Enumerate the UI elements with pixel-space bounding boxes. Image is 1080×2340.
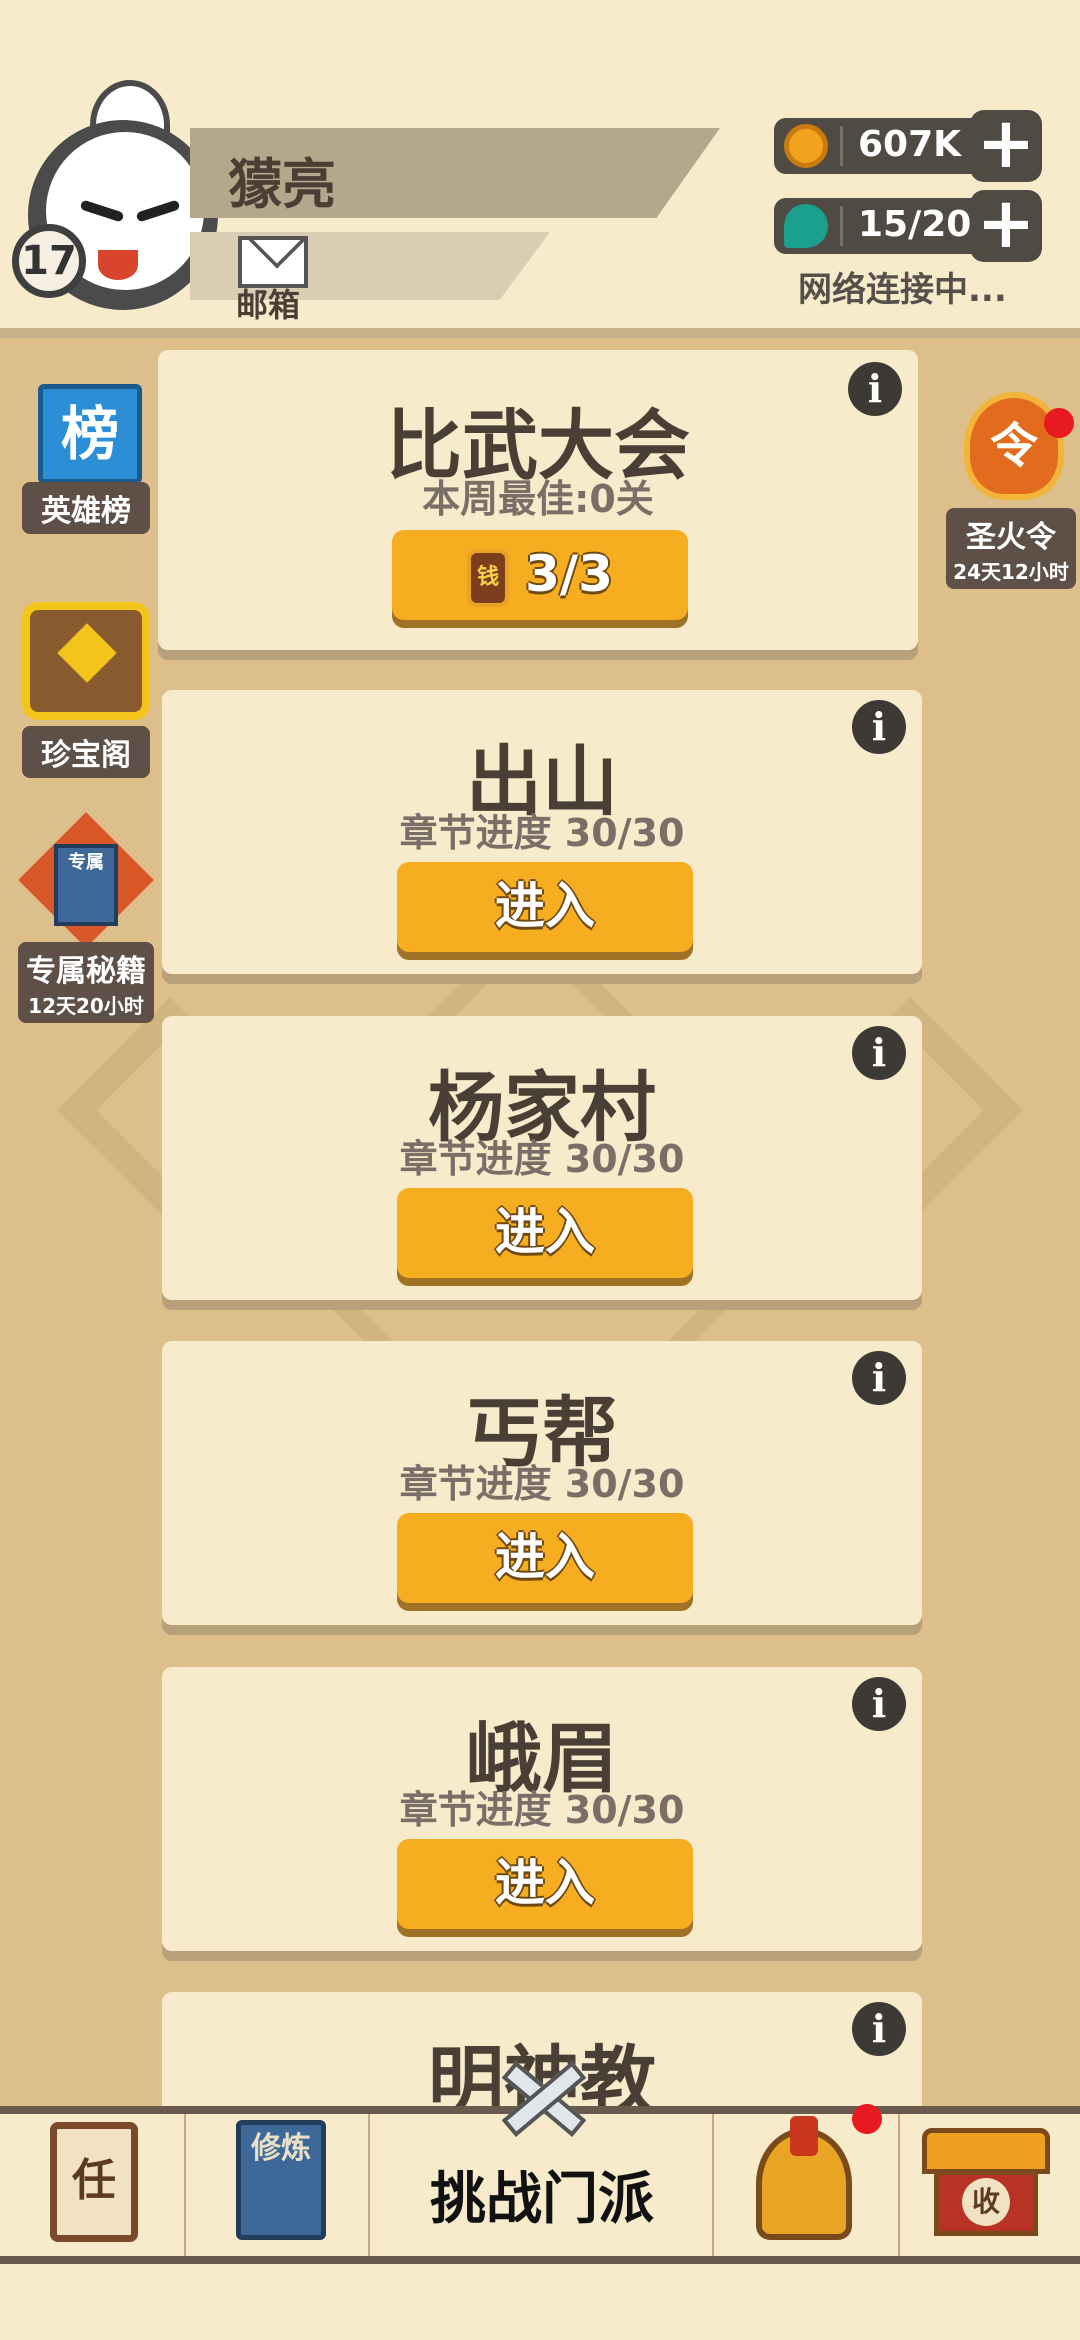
top-header: 17 獴亮 邮箱 607K + 15/20 + 网络连接中... xyxy=(0,0,1080,338)
stage-info-icon[interactable]: i xyxy=(852,1351,906,1405)
stage-progress: 章节进度 30/30 xyxy=(399,1462,685,1506)
cultivation-book-icon: 修炼 xyxy=(236,2120,326,2240)
exclusive-manual-label: 专属秘籍 12天20小时 xyxy=(18,942,154,1023)
nav-tasks[interactable]: 任 xyxy=(0,2114,186,2256)
hero-ranking-button[interactable]: 榜 英雄榜 xyxy=(22,384,152,534)
stage-card: 杨家村 章节进度 30/30 i 进入 xyxy=(162,1016,922,1300)
nav-challenge-sect[interactable]: 挑战门派 xyxy=(370,2061,714,2256)
ticket-icon: 钱 xyxy=(467,548,510,607)
stage-enter-button[interactable]: 进入 xyxy=(397,1188,693,1278)
crossed-swords-icon xyxy=(488,2061,596,2142)
holy-fire-token-button[interactable]: 令 圣火令 24天12小时 xyxy=(946,392,1080,589)
challenge-sect-label: 挑战门派 xyxy=(430,2167,654,2232)
network-status: 网络连接中... xyxy=(798,270,1007,310)
exclusive-manual-timer: 12天20小时 xyxy=(28,994,144,1018)
treasure-pavilion-button[interactable]: 珍宝阁 xyxy=(22,602,152,778)
exclusive-manual-title: 专属秘籍 xyxy=(26,954,146,989)
stage-progress: 章节进度 30/30 xyxy=(399,1788,685,1832)
treasure-pavilion-label: 珍宝阁 xyxy=(22,726,150,778)
stage-card: 峨眉 章节进度 30/30 i 进入 xyxy=(162,1667,922,1951)
ranking-banner-icon: 榜 xyxy=(38,384,142,484)
chest-star-icon xyxy=(57,623,117,683)
energy-divider xyxy=(840,206,843,246)
stage-enter-button[interactable]: 进入 xyxy=(397,862,693,952)
tournament-info-icon[interactable]: i xyxy=(848,362,902,416)
helmet-plume-icon xyxy=(790,2116,818,2156)
manual-book-icon: 专属 xyxy=(54,844,118,926)
tournament-best-record: 本周最佳:0关 xyxy=(422,477,654,521)
energy-amount: 15/20 xyxy=(858,204,972,245)
stage-enter-button[interactable]: 进入 xyxy=(397,1513,693,1603)
stage-enter-button[interactable]: 进入 xyxy=(397,1839,693,1929)
coin-divider xyxy=(840,126,843,166)
equipment-notification-dot xyxy=(852,2104,882,2134)
tournament-card: 比武大会 本周最佳:0关 i 钱 3/3 xyxy=(158,350,918,650)
nav-collection[interactable]: 收 xyxy=(900,2114,1080,2256)
player-name: 獴亮 xyxy=(228,153,336,216)
collection-pavilion-icon: 收 xyxy=(922,2128,1050,2238)
stage-info-icon[interactable]: i xyxy=(852,1026,906,1080)
pavilion-roof-icon xyxy=(922,2128,1050,2174)
holy-fire-notification-dot xyxy=(1044,408,1074,438)
stage-card: 丐帮 章节进度 30/30 i 进入 xyxy=(162,1341,922,1625)
add-energy-button[interactable]: + xyxy=(970,188,1042,262)
stage-card: 出山 章节进度 30/30 i 进入 xyxy=(162,690,922,974)
nav-cultivation[interactable]: 修炼 xyxy=(186,2114,370,2256)
player-level-badge: 17 xyxy=(12,224,86,298)
avatar-beak xyxy=(98,250,138,280)
coin-icon xyxy=(784,124,828,168)
stage-info-icon[interactable]: i xyxy=(852,2002,906,2056)
footer-safe-area xyxy=(0,2264,1080,2340)
ticket-count: 3/3 xyxy=(525,545,613,603)
energy-gem-icon xyxy=(784,204,828,248)
treasure-chest-icon xyxy=(22,602,150,720)
mail-label[interactable]: 邮箱 xyxy=(236,280,300,326)
add-coins-button[interactable]: + xyxy=(970,108,1042,182)
holy-fire-token-timer: 24天12小时 xyxy=(953,560,1069,584)
exclusive-manual-button[interactable]: 专属 专属秘籍 12天20小时 xyxy=(18,812,154,1023)
coin-amount: 607K xyxy=(858,124,962,165)
holy-fire-token-title: 圣火令 xyxy=(966,520,1056,555)
stage-progress: 章节进度 30/30 xyxy=(399,1137,685,1181)
hero-ranking-label: 英雄榜 xyxy=(22,482,150,534)
tournament-enter-button[interactable]: 钱 3/3 xyxy=(392,530,688,620)
stage-info-icon[interactable]: i xyxy=(852,700,906,754)
bottom-nav: 任 修炼 挑战门派 收 xyxy=(0,2061,1080,2264)
pavilion-sign-icon: 收 xyxy=(962,2178,1010,2226)
stage-info-icon[interactable]: i xyxy=(852,1677,906,1731)
nav-equipment[interactable] xyxy=(714,2104,900,2256)
flame-token-icon: 令 xyxy=(964,392,1064,500)
stage-progress: 章节进度 30/30 xyxy=(399,811,685,855)
holy-fire-token-label: 圣火令 24天12小时 xyxy=(946,508,1076,589)
task-scroll-icon: 任 xyxy=(50,2122,138,2242)
